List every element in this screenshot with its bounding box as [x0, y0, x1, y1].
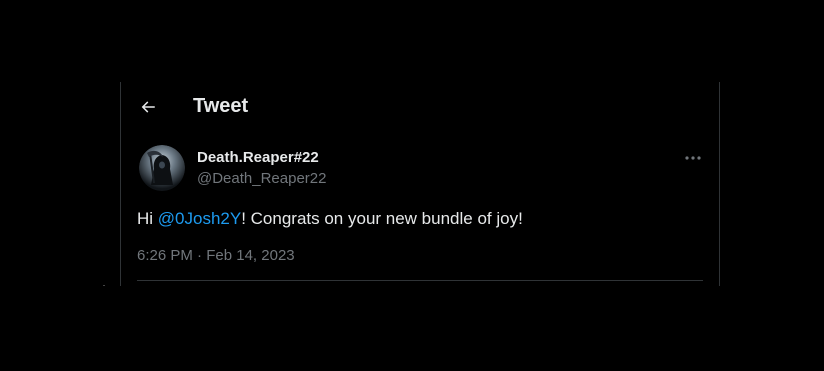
- divider-fragment: [103, 285, 105, 286]
- page-title: Tweet: [193, 95, 249, 117]
- tweet-body: Hi @0Josh2Y! Congrats on your new bundle…: [137, 208, 523, 230]
- back-button[interactable]: [133, 92, 163, 122]
- author-display-name[interactable]: Death.Reaper#22: [197, 148, 319, 167]
- author-handle[interactable]: @Death_Reaper22: [197, 169, 326, 188]
- arrow-left-icon: [141, 101, 155, 113]
- more-options-button[interactable]: [681, 148, 705, 168]
- mention-link[interactable]: @0Josh2Y: [158, 209, 241, 228]
- avatar[interactable]: [139, 145, 185, 191]
- page: Tweet Death.Reaper#22 @Death_Reaper22 Hi…: [0, 0, 824, 371]
- tweet-text-before: Hi: [137, 209, 158, 228]
- tweet-date[interactable]: Feb 14, 2023: [206, 247, 294, 264]
- avatar-image: [139, 145, 185, 191]
- tweet-column: Tweet Death.Reaper#22 @Death_Reaper22 Hi…: [120, 82, 720, 286]
- timestamp-separator: ·: [192, 247, 207, 264]
- tweet-time[interactable]: 6:26 PM: [137, 247, 193, 264]
- more-options-icon: [685, 156, 701, 160]
- tweet-timestamp: 6:26 PM · Feb 14, 2023: [137, 246, 295, 265]
- divider: [137, 280, 703, 281]
- page-header: Tweet: [121, 82, 719, 132]
- tweet-text-after: ! Congrats on your new bundle of joy!: [241, 209, 523, 228]
